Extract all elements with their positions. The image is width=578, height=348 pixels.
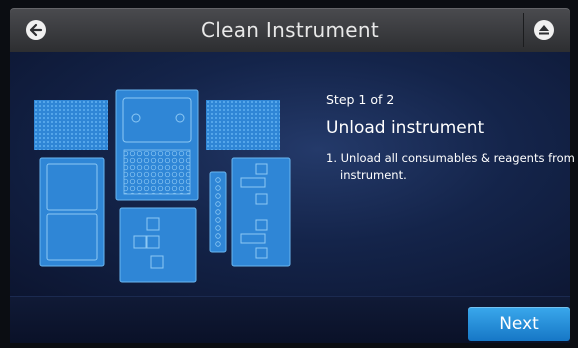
consumables-illustration xyxy=(34,89,291,283)
next-button[interactable]: Next xyxy=(468,307,570,341)
eject-icon xyxy=(534,20,554,40)
page-title: Clean Instrument xyxy=(201,18,379,42)
cartridge-bottom xyxy=(119,207,197,283)
instruction-text: 1. Unload all consumables & reagents fro… xyxy=(326,151,575,182)
step-indicator: Step 1 of 2 xyxy=(326,92,395,107)
content-panel: Step 1 of 2 Unload instrument 1. Unload … xyxy=(10,52,575,296)
step-heading: Unload instrument xyxy=(326,118,485,138)
eject-button[interactable] xyxy=(523,13,564,47)
reagent-trough xyxy=(39,157,105,267)
header-bar: Clean Instrument xyxy=(10,8,570,52)
strip-tube xyxy=(209,171,227,253)
app-window: Clean Instrument Step 1 of 2 Unload inst… xyxy=(0,0,578,348)
footer-bar: Next xyxy=(10,296,570,343)
